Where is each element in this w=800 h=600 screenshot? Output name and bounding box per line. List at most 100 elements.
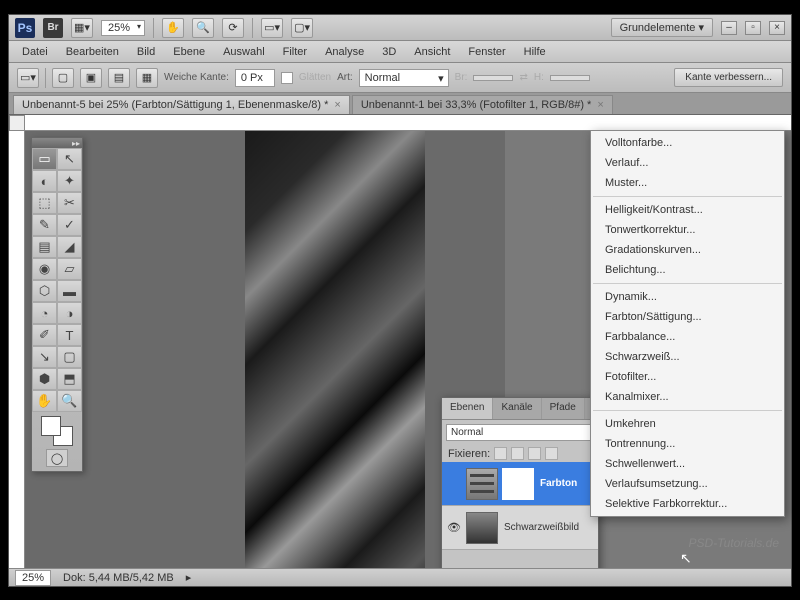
panel-tab-ebenen[interactable]: Ebenen: [442, 398, 493, 419]
tool-11[interactable]: ▱: [57, 258, 82, 280]
menu-item[interactable]: Schwellenwert...: [591, 454, 784, 474]
tab-close-icon[interactable]: ×: [597, 99, 603, 111]
menu-item[interactable]: Kanalmixer...: [591, 387, 784, 407]
menu-hilfe[interactable]: Hilfe: [515, 43, 555, 61]
document-tab[interactable]: Unbenannt-1 bei 33,3% (Fotofilter 1, RGB…: [352, 95, 613, 114]
menu-item[interactable]: Verlauf...: [591, 153, 784, 173]
visibility-icon[interactable]: [446, 476, 462, 492]
tool-17[interactable]: T: [57, 324, 82, 346]
feather-input[interactable]: 0 Px: [235, 69, 275, 87]
tool-2[interactable]: ◐: [32, 170, 57, 192]
tool-0[interactable]: ▭: [32, 148, 57, 170]
tool-5[interactable]: ✂: [57, 192, 82, 214]
bridge-logo-icon[interactable]: Br: [43, 18, 63, 38]
panel-tab-kanäle[interactable]: Kanäle: [493, 398, 541, 419]
tool-21[interactable]: ⬒: [57, 368, 82, 390]
minimize-button[interactable]: –: [721, 21, 737, 35]
menu-item[interactable]: Verlaufsumsetzung...: [591, 474, 784, 494]
tool-6[interactable]: ✎: [32, 214, 57, 236]
sel-intersect-icon[interactable]: ▦: [136, 68, 158, 88]
toolbox-header[interactable]: ▸▸: [32, 138, 82, 148]
menu-datei[interactable]: Datei: [13, 43, 57, 61]
arrange-button[interactable]: ▭▾: [261, 18, 283, 38]
menu-item[interactable]: Selektive Farbkorrektur...: [591, 494, 784, 514]
sel-sub-icon[interactable]: ▤: [108, 68, 130, 88]
menu-item[interactable]: Muster...: [591, 173, 784, 193]
menu-item[interactable]: Fotofilter...: [591, 367, 784, 387]
zoom-tool-button[interactable]: 🔍: [192, 18, 214, 38]
document-tab[interactable]: Unbenannt-5 bei 25% (Farbton/Sättigung 1…: [13, 95, 350, 114]
collapse-icon[interactable]: ▸▸: [72, 139, 80, 148]
lock-pixels-icon[interactable]: [511, 447, 524, 460]
menu-fenster[interactable]: Fenster: [459, 43, 514, 61]
tool-15[interactable]: ◑: [57, 302, 82, 324]
menu-bild[interactable]: Bild: [128, 43, 164, 61]
refine-edge-button[interactable]: Kante verbessern...: [674, 68, 783, 87]
canvas-area[interactable]: [25, 131, 505, 568]
rotate-view-button[interactable]: ⟳: [222, 18, 244, 38]
menu-3d[interactable]: 3D: [373, 43, 405, 61]
sel-new-icon[interactable]: ▢: [52, 68, 74, 88]
fg-bg-swatches[interactable]: [41, 416, 73, 446]
tool-19[interactable]: ▢: [57, 346, 82, 368]
menu-item[interactable]: Schwarzweiß...: [591, 347, 784, 367]
visibility-icon[interactable]: 👁: [446, 520, 462, 536]
menu-item[interactable]: Umkehren: [591, 414, 784, 434]
menu-item[interactable]: Belichtung...: [591, 260, 784, 280]
tool-3[interactable]: ✦: [57, 170, 82, 192]
tool-8[interactable]: ▤: [32, 236, 57, 258]
menu-item[interactable]: Volltonfarbe...: [591, 133, 784, 153]
menu-bearbeiten[interactable]: Bearbeiten: [57, 43, 128, 61]
quickmask-button[interactable]: ◯: [46, 449, 68, 467]
style-select[interactable]: Normal▾: [359, 69, 449, 87]
menu-item[interactable]: Dynamik...: [591, 287, 784, 307]
menu-ebene[interactable]: Ebene: [164, 43, 214, 61]
tool-22[interactable]: ✋: [32, 390, 57, 412]
status-zoom[interactable]: 25%: [15, 570, 51, 586]
menu-item[interactable]: Farbton/Sättigung...: [591, 307, 784, 327]
zoom-select[interactable]: 25%: [101, 20, 145, 36]
tool-4[interactable]: ⬚: [32, 192, 57, 214]
workspace-select[interactable]: Grundelemente ▾: [611, 18, 713, 37]
menu-item[interactable]: Helligkeit/Kontrast...: [591, 200, 784, 220]
tool-14[interactable]: ◔: [32, 302, 57, 324]
status-arrow-icon[interactable]: ▸: [186, 571, 192, 584]
adjustment-thumb[interactable]: [466, 468, 498, 500]
tool-9[interactable]: ◢: [57, 236, 82, 258]
lock-position-icon[interactable]: [528, 447, 541, 460]
lock-transparency-icon[interactable]: [494, 447, 507, 460]
marquee-tool-icon[interactable]: ▭▾: [17, 68, 39, 88]
menu-auswahl[interactable]: Auswahl: [214, 43, 274, 61]
tool-16[interactable]: ✐: [32, 324, 57, 346]
hand-tool-button[interactable]: ✋: [162, 18, 184, 38]
menu-filter[interactable]: Filter: [274, 43, 316, 61]
tool-1[interactable]: ↖: [57, 148, 82, 170]
layer-thumb[interactable]: [466, 512, 498, 544]
layer-name[interactable]: Schwarzweißbild: [504, 522, 579, 533]
ruler-horizontal[interactable]: [25, 115, 791, 131]
tool-20[interactable]: ⬢: [32, 368, 57, 390]
layer-mask-thumb[interactable]: [502, 468, 534, 500]
layer-name[interactable]: Farbton: [540, 478, 577, 489]
tool-10[interactable]: ◉: [32, 258, 57, 280]
tool-13[interactable]: ▬: [57, 280, 82, 302]
panel-tab-pfade[interactable]: Pfade: [542, 398, 585, 419]
menu-ansicht[interactable]: Ansicht: [405, 43, 459, 61]
tool-7[interactable]: ✓: [57, 214, 82, 236]
tool-12[interactable]: ⬡: [32, 280, 57, 302]
tool-23[interactable]: 🔍: [57, 390, 82, 412]
layer-row[interactable]: 👁 Schwarzweißbild: [442, 506, 598, 550]
lock-all-icon[interactable]: [545, 447, 558, 460]
menu-analyse[interactable]: Analyse: [316, 43, 373, 61]
layout-button[interactable]: ▦▾: [71, 18, 93, 38]
tool-18[interactable]: ↘: [32, 346, 57, 368]
screen-mode-button[interactable]: ▢▾: [291, 18, 313, 38]
blend-mode-select[interactable]: Normal: [446, 424, 594, 441]
maximize-button[interactable]: ▫: [745, 21, 761, 35]
menu-item[interactable]: Tontrennung...: [591, 434, 784, 454]
close-button[interactable]: ×: [769, 21, 785, 35]
sel-add-icon[interactable]: ▣: [80, 68, 102, 88]
layer-row[interactable]: Farbton: [442, 462, 598, 506]
menu-item[interactable]: Tonwertkorrektur...: [591, 220, 784, 240]
ruler-vertical[interactable]: [9, 131, 25, 568]
